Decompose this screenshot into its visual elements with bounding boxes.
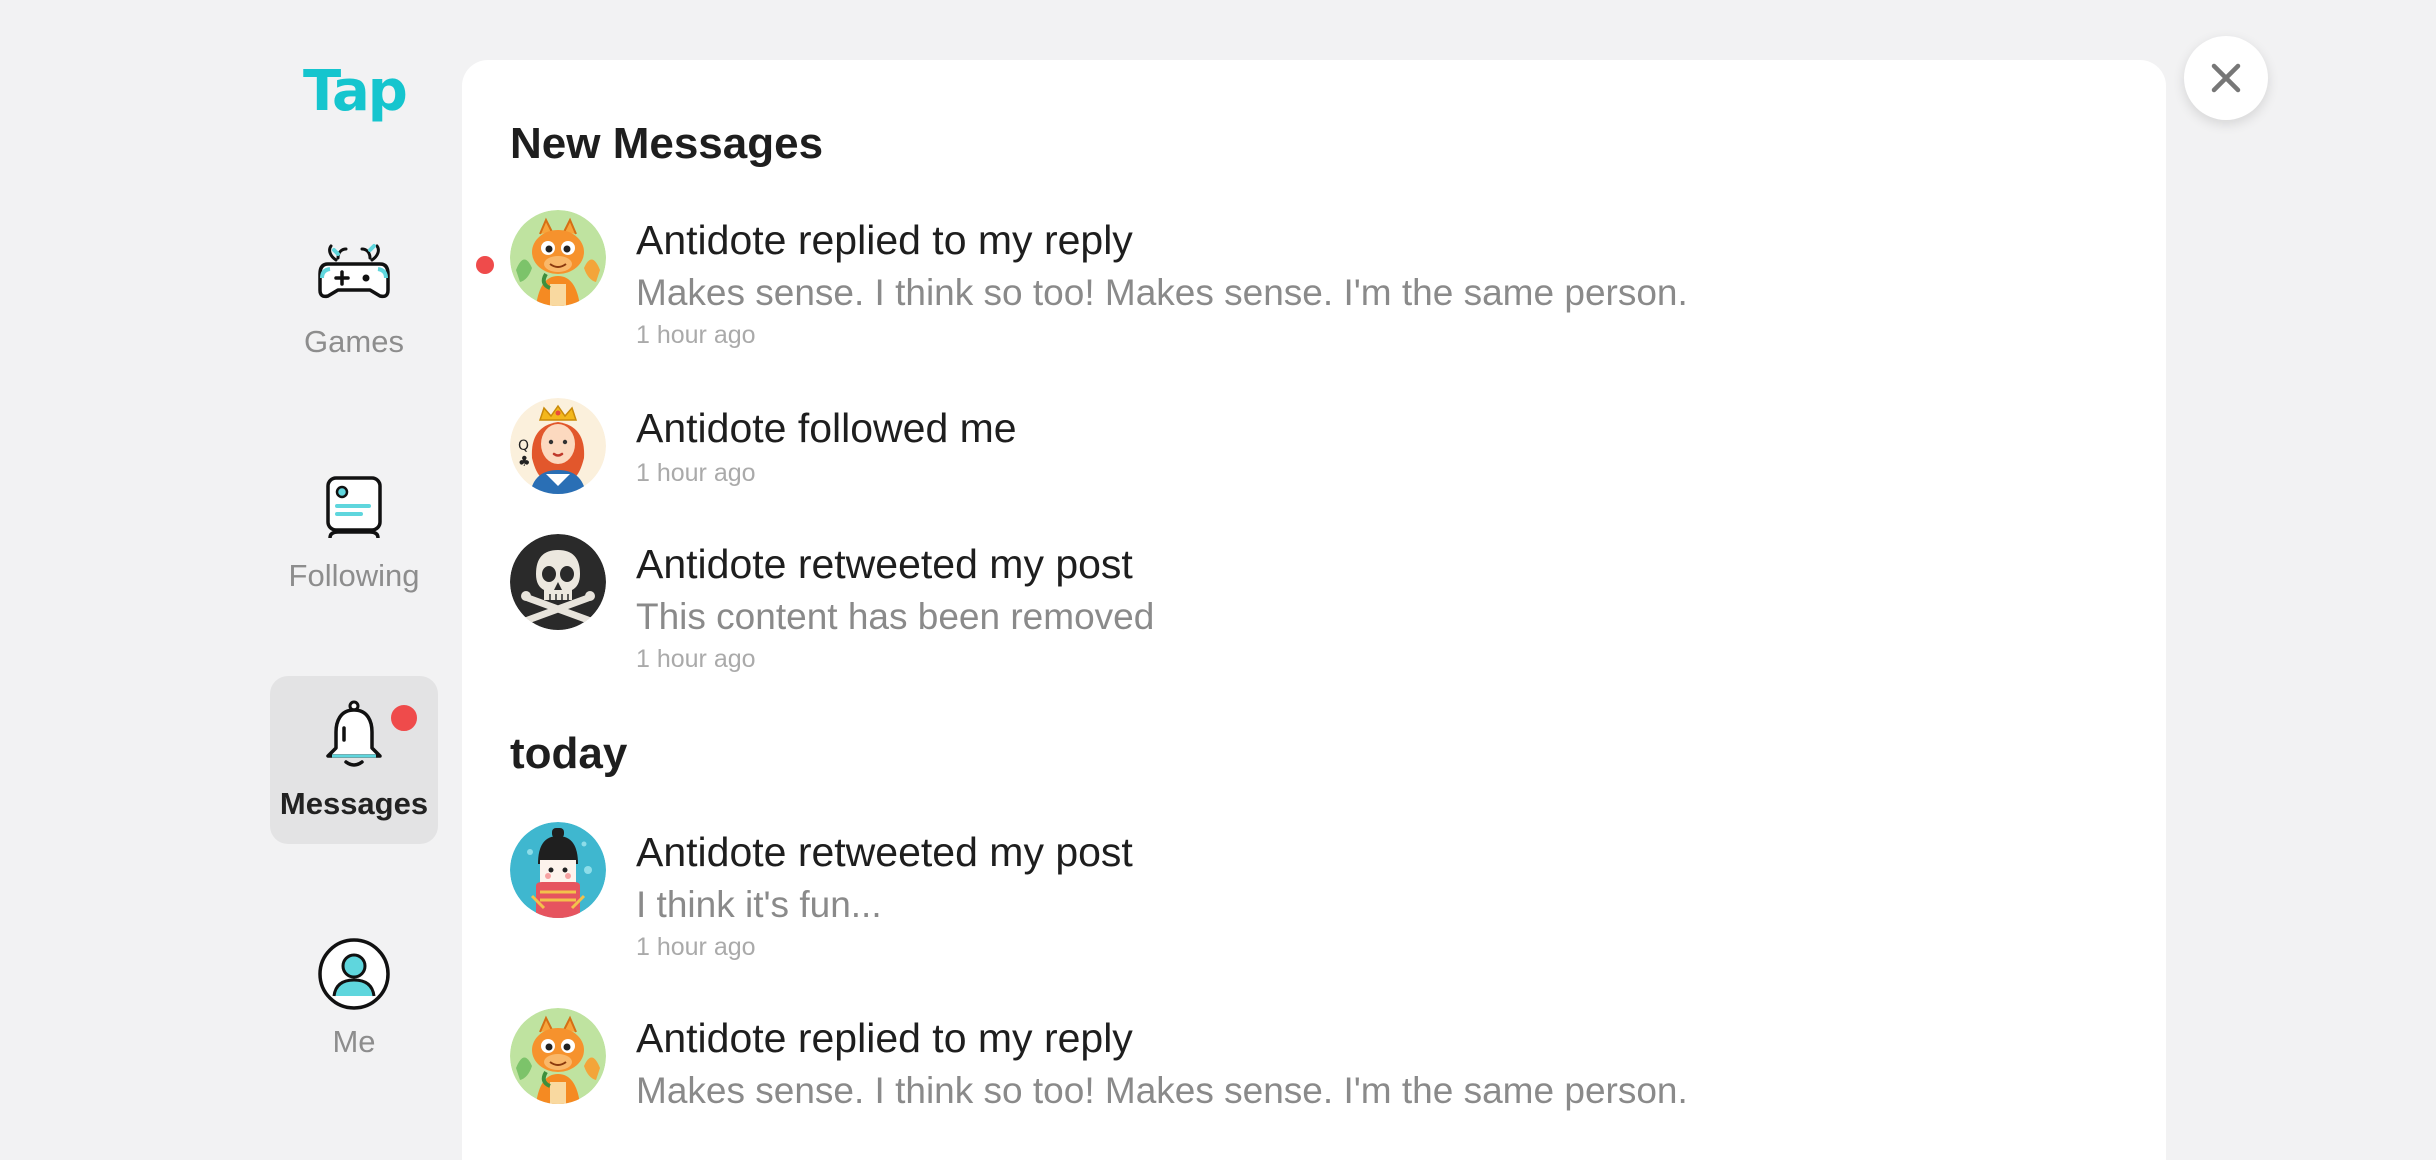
list-item[interactable]: Q ♣ Antidote followed me 1 hour ago [510, 398, 2110, 498]
message-title: Antidote followed me [636, 405, 1017, 451]
sidebar-item-games[interactable]: Games [270, 214, 438, 382]
message-time: 1 hour ago [636, 933, 756, 961]
svg-text:♣: ♣ [518, 454, 531, 470]
sidebar-item-label: Following [288, 558, 420, 593]
queen-avatar[interactable]: Q ♣ [510, 398, 606, 494]
message-title: Antidote retweeted my post [636, 829, 1133, 875]
list-item[interactable]: Antidote retweeted my post This content … [510, 534, 2110, 684]
message-title: Antidote retweeted my post [636, 541, 1133, 587]
dragon-avatar[interactable] [510, 1008, 606, 1104]
message-time: 1 hour ago [636, 321, 756, 349]
list-item[interactable]: Antidote replied to my reply Makes sense… [510, 1008, 2110, 1158]
message-time: 1 hour ago [636, 459, 756, 487]
message-body: Makes sense. I think so too! Makes sense… [636, 1070, 1688, 1111]
messages-panel: New Messages Antidote replied to my repl… [462, 60, 2166, 1160]
dragon-avatar[interactable] [510, 210, 606, 306]
feed-card-icon [314, 468, 394, 548]
gamepad-icon [314, 234, 394, 314]
section-title-new-messages: New Messages [510, 119, 824, 168]
list-item[interactable]: Antidote retweeted my post I think it's … [510, 822, 2110, 972]
svg-text:Q: Q [518, 438, 529, 454]
sidebar-item-messages[interactable]: Messages [270, 676, 438, 844]
person-icon [314, 934, 394, 1014]
kokeshi-avatar[interactable] [510, 822, 606, 918]
section-title-today: today [510, 729, 628, 778]
message-body: This content has been removed [636, 596, 1155, 637]
list-item[interactable]: Antidote replied to my reply Makes sense… [476, 210, 2110, 360]
sidebar-item-following[interactable]: Following [270, 448, 438, 616]
message-time: 1 hour ago [636, 645, 756, 673]
bell-icon [314, 696, 394, 776]
close-icon [2211, 63, 2241, 93]
sidebar-item-label: Messages [279, 786, 429, 821]
app-logo: Tap [303, 59, 408, 124]
sidebar-item-label: Games [304, 324, 404, 359]
message-body: Makes sense. I think so too! Makes sense… [636, 272, 1688, 313]
unread-badge [388, 702, 420, 734]
sidebar-item-me[interactable]: Me [270, 914, 438, 1082]
message-title: Antidote replied to my reply [636, 1015, 1133, 1061]
skull-avatar[interactable] [510, 534, 606, 630]
sidebar-item-label: Me [332, 1024, 376, 1059]
unread-dot [476, 256, 494, 274]
message-title: Antidote replied to my reply [636, 217, 1133, 263]
message-body: I think it's fun... [636, 884, 882, 925]
close-button[interactable] [2184, 36, 2268, 120]
